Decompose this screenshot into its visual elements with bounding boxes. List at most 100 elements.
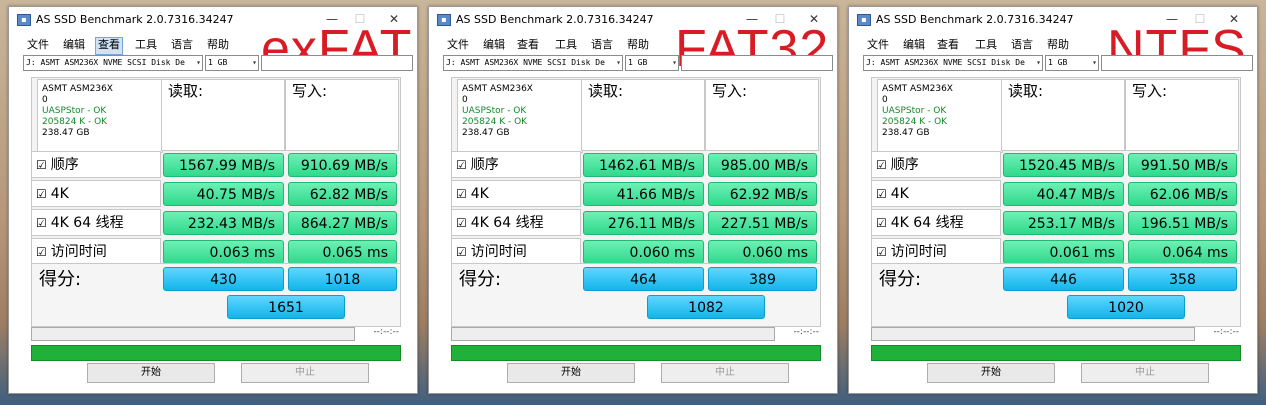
menu-item-4[interactable]: 语言 (589, 37, 615, 53)
test-row-label[interactable]: ☑ 4K 64 线程 (31, 209, 161, 236)
device-name: ASMT ASM236X (42, 84, 113, 94)
window-title: AS SSD Benchmark 2.0.7316.34247 (456, 13, 654, 26)
overall-progress-bar (871, 345, 1241, 361)
checkbox-icon[interactable]: ☑ (456, 158, 467, 172)
drive-select[interactable]: J: ASMT ASM236X NVME SCSI Disk De ▾ (863, 55, 1043, 71)
read-result: 232.43 MB/s (163, 211, 284, 235)
checkbox-icon[interactable]: ☑ (36, 216, 47, 230)
checkbox-icon[interactable]: ☑ (456, 187, 467, 201)
checkbox-icon[interactable]: ☑ (876, 158, 887, 172)
chevron-down-icon: ▾ (196, 58, 201, 67)
benchmark-window-0: ▪ AS SSD Benchmark 2.0.7316.34247 — ☐ ✕ … (8, 6, 418, 394)
write-result: 196.51 MB/s (1128, 211, 1237, 235)
alignment-status: 205824 K - OK (462, 117, 528, 127)
chevron-down-icon: ▾ (252, 58, 257, 67)
driver-status: UASPStor - OK (882, 106, 947, 116)
start-button[interactable]: 开始 (927, 363, 1055, 383)
test-row-label[interactable]: ☑ 访问时间 (451, 238, 581, 265)
size-select[interactable]: 1 GB ▾ (205, 55, 259, 71)
test-row-label[interactable]: ☑ 4K (871, 180, 1001, 207)
test-row-label[interactable]: ☑ 4K 64 线程 (871, 209, 1001, 236)
menu-item-5[interactable]: 帮助 (1045, 37, 1071, 53)
test-row-label[interactable]: ☑ 4K (31, 180, 161, 207)
menu-item-0[interactable]: 文件 (25, 37, 51, 53)
checkbox-icon[interactable]: ☑ (456, 216, 467, 230)
score-read: 446 (1003, 267, 1124, 291)
test-row-label[interactable]: ☑ 访问时间 (871, 238, 1001, 265)
menu-item-4[interactable]: 语言 (169, 37, 195, 53)
checkbox-icon[interactable]: ☑ (36, 158, 47, 172)
start-button[interactable]: 开始 (87, 363, 215, 383)
overall-progress-bar (31, 345, 401, 361)
score-write: 358 (1128, 267, 1237, 291)
write-header: 写入: (705, 79, 819, 151)
path-box[interactable] (681, 55, 833, 71)
elapsed-time: --:--:-- (1213, 327, 1239, 337)
checkbox-icon[interactable]: ☑ (876, 187, 887, 201)
test-name: 4K 64 线程 (890, 215, 964, 231)
write-header: 写入: (285, 79, 399, 151)
menu-item-5[interactable]: 帮助 (625, 37, 651, 53)
driver-status: UASPStor - OK (42, 106, 107, 116)
menu-item-0[interactable]: 文件 (445, 37, 471, 53)
menu-item-1[interactable]: 编辑 (481, 37, 507, 53)
benchmark-window-2: ▪ AS SSD Benchmark 2.0.7316.34247 — ☐ ✕ … (848, 6, 1258, 394)
path-box[interactable] (1101, 55, 1253, 71)
menu-item-1[interactable]: 编辑 (61, 37, 87, 53)
write-result: 0.065 ms (288, 240, 397, 264)
test-row-label[interactable]: ☑ 顺序 (871, 151, 1001, 178)
read-result: 0.061 ms (1003, 240, 1124, 264)
menu-item-3[interactable]: 工具 (973, 37, 999, 53)
menu-item-2[interactable]: 查看 (935, 37, 961, 53)
stop-button[interactable]: 中止 (241, 363, 369, 383)
capacity: 238.47 GB (42, 128, 90, 138)
checkbox-icon[interactable]: ☑ (876, 245, 887, 259)
checkbox-icon[interactable]: ☑ (456, 245, 467, 259)
test-name: 4K (470, 186, 489, 202)
menu-item-2[interactable]: 查看 (95, 37, 123, 55)
device-info: ASMT ASM236X 0 UASPStor - OK 205824 K - … (877, 79, 1003, 153)
drive-select[interactable]: J: ASMT ASM236X NVME SCSI Disk De ▾ (443, 55, 623, 71)
benchmark-window-1: ▪ AS SSD Benchmark 2.0.7316.34247 — ☐ ✕ … (428, 6, 838, 394)
path-box[interactable] (261, 55, 413, 71)
read-result: 40.75 MB/s (163, 182, 284, 206)
stop-button[interactable]: 中止 (661, 363, 789, 383)
chevron-down-icon: ▾ (672, 58, 677, 67)
app-icon: ▪ (17, 14, 31, 26)
menu-item-0[interactable]: 文件 (865, 37, 891, 53)
drive-select[interactable]: J: ASMT ASM236X NVME SCSI Disk De ▾ (23, 55, 203, 71)
menu-item-1[interactable]: 编辑 (901, 37, 927, 53)
checkbox-icon[interactable]: ☑ (36, 245, 47, 259)
write-result: 864.27 MB/s (288, 211, 397, 235)
size-select[interactable]: 1 GB ▾ (1045, 55, 1099, 71)
checkbox-icon[interactable]: ☑ (876, 216, 887, 230)
drive-select-value: J: ASMT ASM236X NVME SCSI Disk De (26, 58, 185, 67)
app-icon: ▪ (857, 14, 871, 26)
menu-item-4[interactable]: 语言 (1009, 37, 1035, 53)
window-title: AS SSD Benchmark 2.0.7316.34247 (876, 13, 1074, 26)
test-row-label[interactable]: ☑ 顺序 (31, 151, 161, 178)
test-row-label[interactable]: ☑ 顺序 (451, 151, 581, 178)
test-progress-bar (451, 327, 775, 341)
size-select-value: 1 GB (208, 58, 228, 67)
score-label: 得分: (39, 269, 82, 290)
write-result: 0.064 ms (1128, 240, 1237, 264)
checkbox-icon[interactable]: ☑ (36, 187, 47, 201)
menu-item-5[interactable]: 帮助 (205, 37, 231, 53)
device-info: ASMT ASM236X 0 UASPStor - OK 205824 K - … (37, 79, 163, 153)
size-select[interactable]: 1 GB ▾ (625, 55, 679, 71)
stop-button[interactable]: 中止 (1081, 363, 1209, 383)
window-title: AS SSD Benchmark 2.0.7316.34247 (36, 13, 234, 26)
test-row-label[interactable]: ☑ 访问时间 (31, 238, 161, 265)
device-line2: 0 (42, 95, 48, 105)
drive-select-value: J: ASMT ASM236X NVME SCSI Disk De (866, 58, 1025, 67)
test-row-label[interactable]: ☑ 4K (451, 180, 581, 207)
alignment-status: 205824 K - OK (42, 117, 108, 127)
test-row-label[interactable]: ☑ 4K 64 线程 (451, 209, 581, 236)
start-button[interactable]: 开始 (507, 363, 635, 383)
menu-item-3[interactable]: 工具 (553, 37, 579, 53)
menu-item-3[interactable]: 工具 (133, 37, 159, 53)
read-header: 读取: (581, 79, 705, 151)
menu-item-2[interactable]: 查看 (515, 37, 541, 53)
capacity: 238.47 GB (882, 128, 930, 138)
